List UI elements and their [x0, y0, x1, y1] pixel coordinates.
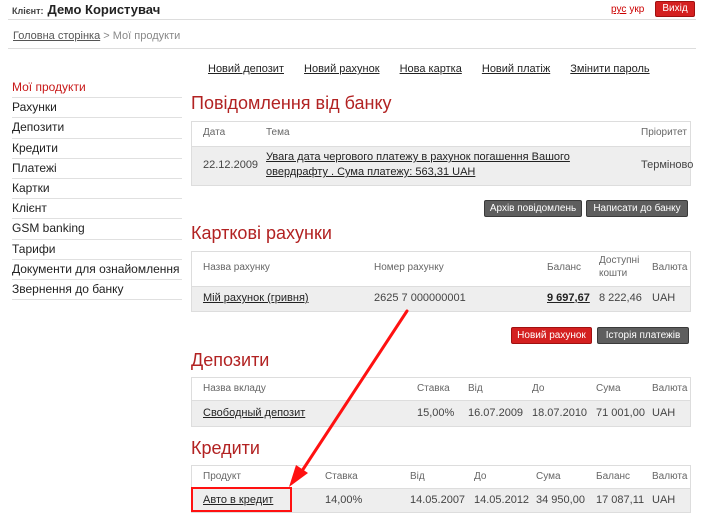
annotation-arrow-icon [289, 309, 409, 487]
